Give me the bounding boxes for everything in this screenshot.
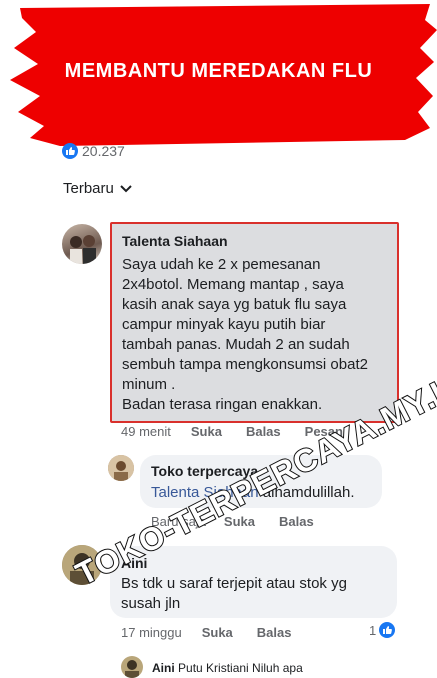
reply-preview[interactable]: Aini Putu Kristiani Niluh apa [152,661,303,675]
comment-line: sembuh tampa mengkonsumsi obat2 [122,356,368,373]
comment-line: Badan terasa ringan enakkan. [122,396,323,413]
avatar[interactable] [62,224,102,264]
comment-author[interactable]: Talenta Siahaan [122,233,228,249]
sort-dropdown[interactable]: Terbaru [63,180,132,197]
like-button[interactable]: Suka [191,424,222,439]
comment-line: campur minyak kayu putih biar [122,316,326,333]
chevron-down-icon [120,184,132,192]
comment-line: minum . [122,376,176,393]
like-icon [379,622,396,638]
like-button[interactable]: Suka [202,625,233,640]
reply-preview-text: Putu Kristiani Niluh apa [178,661,303,675]
like-icon [62,143,78,159]
comment-actions: 17 minggu Suka Balas [121,625,292,640]
comment-time[interactable]: 17 minggu [121,625,182,640]
sort-label: Terbaru [63,180,114,197]
comment-line: susah jln [121,595,181,612]
comment-line: Bs tdk u saraf terjepit atau stok yg [121,575,347,592]
reply-button[interactable]: Balas [257,625,292,640]
reaction-summary[interactable]: 20.237 [62,143,125,159]
reply-button[interactable]: Balas [246,424,281,439]
reaction-count: 20.237 [82,143,125,159]
like-count-number: 1 [369,622,377,638]
avatar[interactable] [121,656,143,678]
comment-line: Saya udah ke 2 x pemesanan [122,256,321,273]
comment-bubble: Talenta Siahaan Saya udah ke 2 x pemesan… [110,222,399,423]
avatar[interactable] [108,455,134,481]
comment-line: 2x4botol. Memang mantap , saya [122,276,344,293]
comment-time[interactable]: 49 menit [121,424,171,439]
comment-line: kasih anak saya yg batuk flu saya [122,296,347,313]
promo-banner: MEMBANTU MEREDAKAN FLU [0,0,437,152]
reply-button[interactable]: Balas [279,514,314,529]
comment-line: tambah panas. Mudah 2 an sudah [122,336,350,353]
reply-preview-author: Aini [152,661,175,675]
banner-title: MEMBANTU MEREDAKAN FLU [64,60,373,82]
comment-like-count[interactable]: 1 [369,622,396,638]
